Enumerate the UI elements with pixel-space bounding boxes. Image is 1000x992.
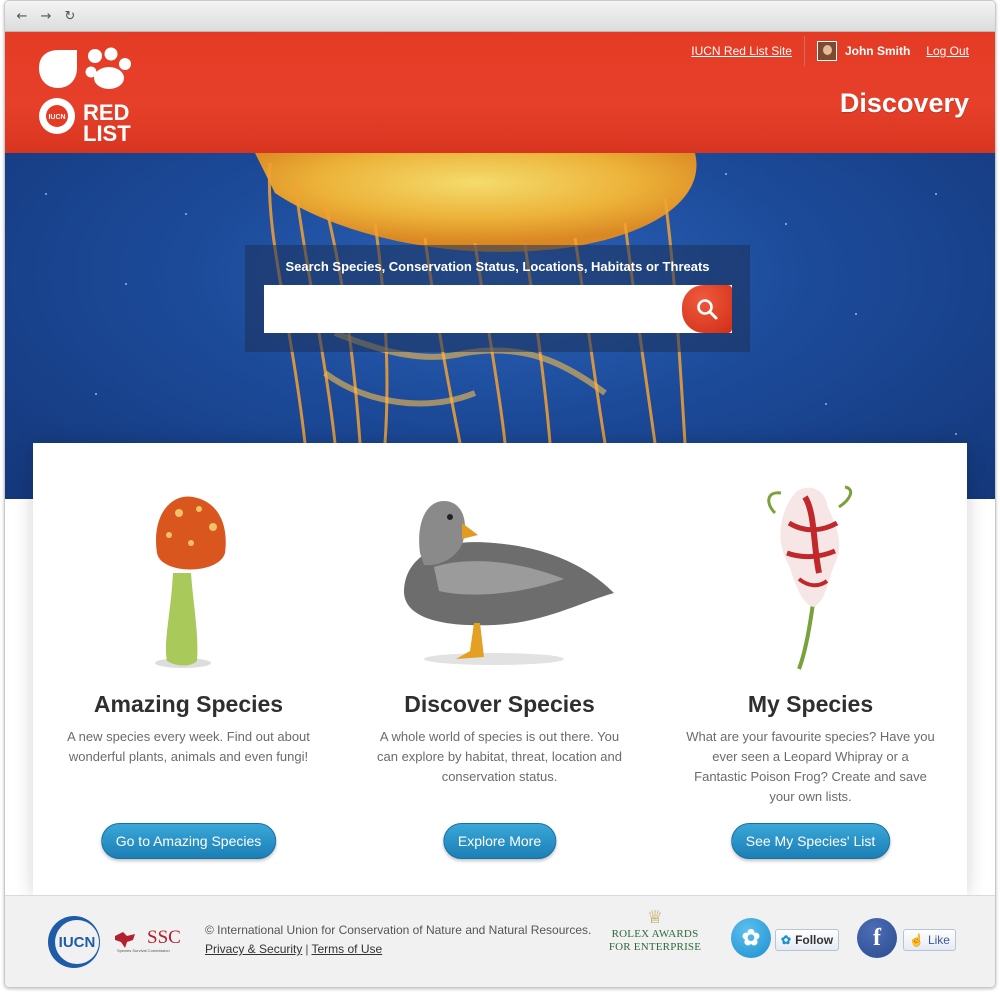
iucn-logo[interactable]: IUCN xyxy=(45,914,103,970)
twitter-follow-button[interactable]: ✿ Follow xyxy=(775,929,840,951)
like-label: Like xyxy=(927,933,950,947)
link-separator: | xyxy=(305,942,309,956)
features-card: Amazing Species A new species every week… xyxy=(33,443,967,895)
crown-icon: ♕ xyxy=(646,907,664,927)
iucn-logo-text: IUCN xyxy=(59,934,96,951)
twitter-icon[interactable]: ✿ xyxy=(731,918,771,958)
site-header: IUCN RED LIST IUCN Red List Site John Sm… xyxy=(5,32,995,153)
duck-image xyxy=(404,501,614,665)
see-my-species-list-button[interactable]: See My Species' List xyxy=(730,823,891,859)
red-list-logo[interactable]: IUCN RED LIST xyxy=(33,46,143,146)
thumbs-up-icon: ☝ xyxy=(909,933,924,947)
rolex-line-2: for Enterprise xyxy=(608,941,702,953)
search-input[interactable] xyxy=(264,285,682,333)
feature-description: What are your favourite species? Have yo… xyxy=(686,729,935,804)
feature-amazing-species: Amazing Species A new species every week… xyxy=(33,443,344,895)
follow-label: Follow xyxy=(795,933,834,947)
red-list-site-link[interactable]: IUCN Red List Site xyxy=(691,44,792,58)
reload-icon[interactable]: ↻ xyxy=(63,9,77,23)
facebook-icon[interactable]: f xyxy=(857,918,897,958)
divider xyxy=(803,36,805,66)
browser-window: ← → ↻ IUCN RED LIST IUCN Red List Site J… xyxy=(4,0,996,988)
legal-links: Privacy & Security | Terms of Use xyxy=(205,942,382,956)
explore-more-button[interactable]: Explore More xyxy=(442,823,557,859)
mushroom-image xyxy=(155,496,226,668)
rolex-line-1: Rolex Awards xyxy=(611,928,699,940)
terms-of-use-link[interactable]: Terms of Use xyxy=(311,942,382,956)
avatar xyxy=(816,41,837,61)
feature-title: My Species xyxy=(747,691,874,717)
search-button[interactable] xyxy=(682,285,732,333)
back-arrow-icon[interactable]: ← xyxy=(15,9,29,23)
user-menu[interactable]: John Smith xyxy=(816,41,911,61)
header-top-links: IUCN Red List Site John Smith Log Out xyxy=(691,36,969,66)
site-footer: IUCN SSC Species Survival Commission © I… xyxy=(5,895,995,987)
search-label: Search Species, Conservation Status, Loc… xyxy=(285,259,710,274)
ssc-sub-text: Species Survival Commission xyxy=(117,948,170,953)
magnifier-icon xyxy=(697,299,718,320)
twitter-bird-icon: ✿ xyxy=(781,933,792,947)
privacy-security-link[interactable]: Privacy & Security xyxy=(205,942,302,956)
logout-link[interactable]: Log Out xyxy=(926,44,969,58)
logo-badge-text: IUCN xyxy=(48,114,65,121)
feature-description: A whole world of species is out there. Y… xyxy=(377,729,622,784)
search-box xyxy=(264,285,732,333)
go-to-amazing-species-button[interactable]: Go to Amazing Species xyxy=(100,823,277,859)
ssc-logo-text: SSC xyxy=(147,927,181,948)
copyright-text: © International Union for Conservation o… xyxy=(205,923,592,937)
search-panel: Search Species, Conservation Status, Loc… xyxy=(245,245,750,352)
ssc-logo[interactable]: SSC Species Survival Commission xyxy=(113,924,193,954)
logo-text-bottom: LIST xyxy=(83,121,131,146)
browser-toolbar: ← → ↻ xyxy=(5,1,995,32)
feature-title: Amazing Species xyxy=(93,691,284,717)
feature-title: Discover Species xyxy=(404,691,595,717)
feature-my-species: My Species What are your favourite speci… xyxy=(655,443,966,895)
user-name: John Smith xyxy=(844,44,911,58)
forward-arrow-icon[interactable]: → xyxy=(39,9,53,23)
rolex-awards-logo[interactable]: ♕ Rolex Awards for Enterprise xyxy=(605,906,705,976)
page-title: Discovery xyxy=(839,88,969,118)
facebook-like-button[interactable]: ☝ Like xyxy=(903,929,956,951)
feature-description: A new species every week. Find out about… xyxy=(67,729,310,764)
feature-discover-species: Discover Species A whole world of specie… xyxy=(344,443,655,895)
flower-image xyxy=(767,485,853,670)
